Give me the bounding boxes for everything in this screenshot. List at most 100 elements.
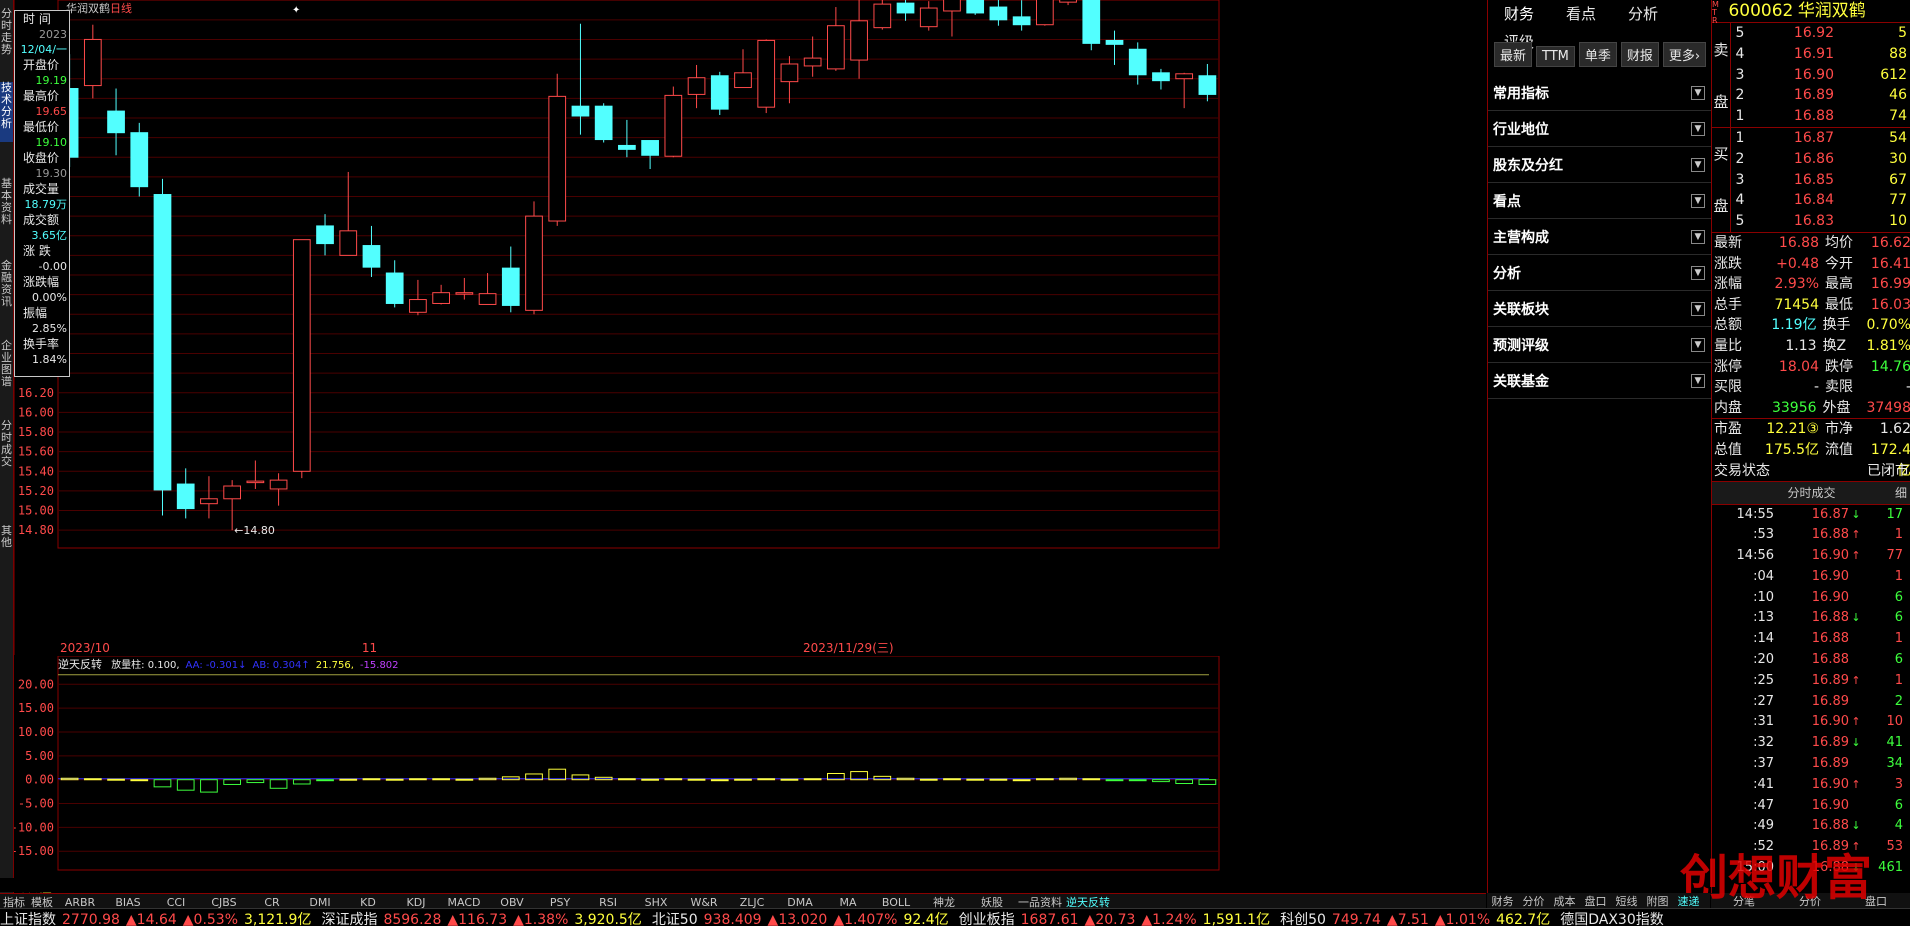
ticker-value: ▲1.38% [513,912,569,926]
orderbook-row[interactable]: 3 16.85 67 [1730,169,1910,191]
f10-bottom-tab[interactable]: 短线 [1611,893,1642,909]
orderbook-row[interactable]: 2 16.89 46 [1730,85,1910,107]
f10-bottom-tab[interactable]: 附图 [1642,893,1673,909]
info-value: 12/04/一 [20,43,67,56]
orderbook-row[interactable]: 5 16.83 10 [1730,211,1910,232]
y-tick-label: 10.00 [18,725,54,739]
f10-subtab[interactable]: 更多› [1662,42,1707,67]
ticker-item[interactable]: 创业板指 1687.61 ▲20.73 ▲1.24% 1,591.1亿 [959,909,1270,926]
trade-time: :27 [1753,693,1774,709]
candle-body [1152,72,1170,82]
y-tick-label: 15.00 [18,701,54,715]
left-tab-0[interactable]: 分时走势 [0,8,13,56]
stat-value: 1.19亿 [1771,317,1817,334]
left-tab-5[interactable]: 分时成交 [0,420,13,480]
kline-chart[interactable]: 14.80 15.00 15.20 15.40 15.60 15.80 16.00 16.20… [14,0,1486,655]
info-value: 19.10 [35,136,68,149]
info-label: 成交额 [23,213,60,227]
orderbook-row[interactable]: 2 16.86 30 [1730,148,1910,170]
legend-item: 21.756, [315,660,354,671]
ticker-item[interactable]: 科创50 749.74 ▲7.51 ▲1.01% 462.7亿 [1280,909,1550,926]
orderbook-row[interactable]: 3 16.90 612 [1730,64,1910,86]
trade-volume: 77 [1886,548,1903,564]
ticker-value: 1687.61 [1020,912,1079,926]
trade-row: 14:55 16.87 ↓ 17 [1712,505,1910,526]
indicator-name[interactable]: 逆天反转 [58,658,102,671]
stat-label: 跌停 [1825,358,1853,375]
info-label: 最低价 [23,120,60,134]
chevron-down-icon[interactable]: ▼ [1691,229,1705,244]
f10-subtab[interactable]: 单季 [1578,42,1617,67]
f10-subtab[interactable]: 财报 [1620,42,1659,67]
left-tab-6[interactable]: 其他 [0,525,13,555]
level-price: 16.88 [1793,108,1834,125]
arrow-icon [1849,629,1863,650]
y-tick-label: 15.20 [18,484,54,498]
indicator-bar [432,778,450,781]
chevron-down-icon[interactable]: ▼ [1691,265,1705,280]
f10-subtab[interactable]: 最新 [1494,42,1533,67]
f10-subtab[interactable]: TTM [1536,46,1575,67]
chevron-down-icon[interactable]: ▼ [1691,301,1705,316]
left-tab-4[interactable]: 企业图谱 [0,340,13,400]
f10-bottom-tab[interactable]: 财务 [1487,893,1518,909]
f10-section[interactable]: 看点 ▼ [1488,183,1711,219]
indicator-bar [292,779,311,785]
ticker-item[interactable]: 深证成指 8596.28 ▲116.73 ▲1.38% 3,920.5亿 [321,909,641,926]
buy-orderbook: 买盘 1 16.87 54 2 16.86 30 3 16.85 67 4 16.84 77 5 16.83… [1712,127,1910,233]
left-tab-1[interactable]: 技术分析 [0,82,13,142]
trade-time: :53 [1753,527,1774,543]
ticker-item[interactable]: 德国DAX30指数 [1560,909,1670,926]
info-label: 收盘价 [23,151,60,165]
trades-list[interactable]: 14:55 16.87 ↓ 17:53 16.88 ↑ 1 14:56 16.90 ↑ 77:04 1… [1712,505,1910,879]
chevron-down-icon[interactable]: ▼ [1691,193,1705,208]
f10-tab[interactable]: 分析 [1612,0,1674,28]
candle-body [130,132,149,188]
f10-section[interactable]: 分析 ▼ [1488,255,1711,291]
f10-bottom-tab[interactable]: 盘口 [1580,893,1611,909]
candle-body [710,75,729,110]
stat-value: +0.48 [1776,255,1819,272]
ticker-item[interactable]: 北证50 938.409 ▲13.020 ▲1.407% 92.4亿 [652,909,949,926]
ticker-value: ▲1.24% [1141,912,1197,926]
min-price-label: ←14.80 [234,524,275,537]
chevron-down-icon[interactable]: ▼ [1691,157,1705,172]
orderbook-row[interactable]: 1 16.88 74 [1730,106,1910,127]
f10-section[interactable]: 股东及分红 ▼ [1488,147,1711,183]
candle-body [223,485,242,500]
indicator-chart[interactable]: 20.00 15.00 10.00 5.00 0.00 -5.00 -10.00 -15.00 [14,656,1486,873]
chevron-down-icon[interactable]: ▼ [1691,337,1705,352]
orderbook-row[interactable]: 1 16.87 54 [1730,127,1910,149]
stat-label: 市净 [1825,421,1853,438]
f10-tab[interactable]: 财务 [1488,0,1550,28]
left-tab-2[interactable]: 基本资料 [0,178,13,233]
chevron-down-icon[interactable]: ▼ [1691,121,1705,136]
stats-row: 涨停 18.04 跌停 14.76 [1714,357,1910,378]
left-tab-3[interactable]: 金融资讯 [0,260,13,320]
f10-bottom-tab[interactable]: 分价 [1518,893,1549,909]
f10-section[interactable]: 关联基金 ▼ [1488,363,1711,399]
f10-section[interactable]: 主营构成 ▼ [1488,219,1711,255]
stat-label: 总值 [1714,441,1742,458]
f10-tab[interactable]: 看点 [1550,0,1612,28]
stat-label: 总额 [1714,317,1742,334]
orderbook-row[interactable]: 5 16.92 5 [1730,23,1910,44]
indicator-bar [710,779,729,782]
orderbook-row[interactable]: 4 16.84 77 [1730,190,1910,212]
ticker-item[interactable]: 上证指数 2770.98 ▲14.64 ▲0.53% 3,121.9亿 [0,909,311,926]
indicator-bar [409,778,427,781]
f10-section[interactable]: 行业地位 ▼ [1488,111,1711,147]
f10-bottom-tab[interactable]: 速递 [1673,893,1704,909]
trade-price: 16.89 [1811,693,1849,709]
chevron-down-icon[interactable]: ▼ [1691,85,1705,100]
orderbook-row[interactable]: 4 16.91 88 [1730,43,1910,65]
trades-detail-button[interactable]: 细 [1895,482,1907,504]
chevron-down-icon[interactable]: ▼ [1691,373,1705,388]
arrow-icon [1849,796,1863,817]
f10-section[interactable]: 关联板块 ▼ [1488,291,1711,327]
f10-section[interactable]: 常用指标 ▼ [1488,75,1711,111]
trade-row: :13 16.88 ↓ 6 [1712,608,1910,629]
f10-bottom-tab[interactable]: 成本 [1549,893,1580,909]
f10-section[interactable]: 预测评级 ▼ [1488,327,1711,363]
stat-value: 71454 [1774,296,1819,313]
